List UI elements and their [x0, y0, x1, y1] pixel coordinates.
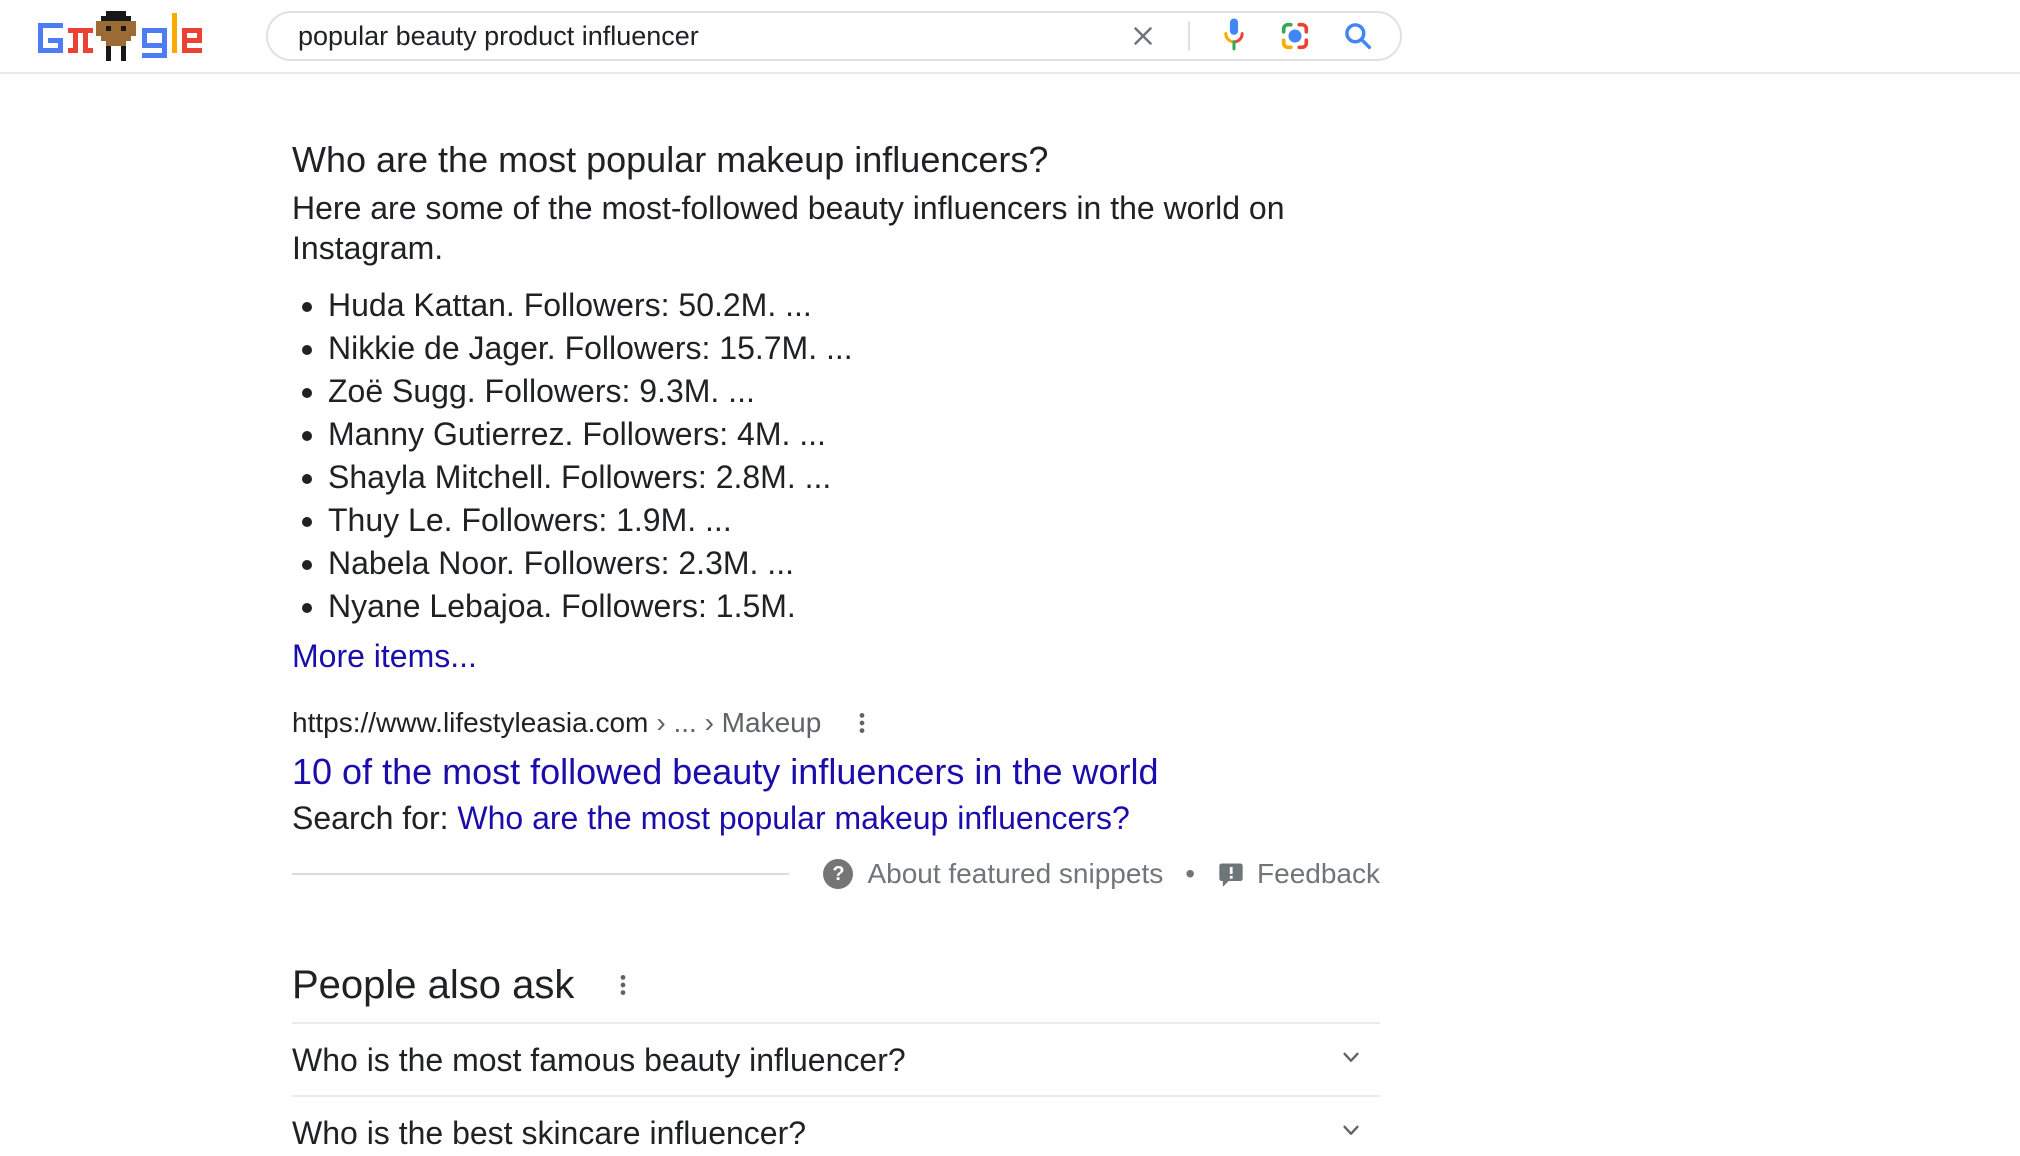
people-also-ask-section: People also ask Who is the most famous b… [292, 960, 1380, 1156]
list-item: Shayla Mitchell. Followers: 2.8M. ... [328, 456, 1380, 499]
search-for-label: Search for: [292, 800, 449, 836]
snippet-description: Here are some of the most-followed beaut… [292, 190, 1285, 266]
list-item: Huda Kattan. Followers: 50.2M. ... [328, 284, 1380, 327]
breadcrumb: › ... › Makeup [656, 707, 822, 738]
snippet-heading: Who are the most popular makeup influenc… [292, 139, 1049, 180]
search-bar[interactable] [266, 11, 1402, 61]
list-item: Nabela Noor. Followers: 2.3M. ... [328, 542, 1380, 585]
featured-snippet: Who are the most popular makeup influenc… [292, 138, 1380, 894]
microphone-icon[interactable] [1220, 16, 1248, 56]
snippet-footer: ? About featured snippets • Feedback [292, 854, 1380, 894]
searchbar-divider [1188, 21, 1190, 51]
question-text: Who is the best skincare influencer? [292, 1114, 807, 1151]
list-item: Nyane Lebajoa. Followers: 1.5M. [328, 585, 1380, 628]
more-options-icon[interactable] [849, 710, 875, 736]
question-text: Who is the most famous beauty influencer… [292, 1041, 906, 1078]
question-list: Who is the most famous beauty influencer… [292, 1022, 1380, 1156]
search-for-row: Search for: Who are the most popular mak… [292, 798, 1380, 838]
list-item: Thuy Le. Followers: 1.9M. ... [328, 499, 1380, 542]
people-also-ask-heading: People also ask [292, 963, 575, 1007]
feedback-icon[interactable] [1217, 860, 1245, 888]
question-row[interactable]: Who is the best skincare influencer? [292, 1095, 1380, 1156]
help-icon[interactable]: ? [823, 859, 854, 889]
chevron-down-icon[interactable] [1336, 1115, 1366, 1150]
search-icon[interactable] [1342, 20, 1374, 52]
result-url[interactable]: https://www.lifestyleasia.com [292, 706, 648, 740]
chevron-down-icon[interactable] [1336, 1042, 1366, 1077]
more-options-icon[interactable] [610, 972, 636, 998]
result-url-row: https://www.lifestyleasia.com › ... › Ma… [292, 706, 1380, 740]
google-doodle-logo[interactable] [38, 11, 202, 63]
question-row[interactable]: Who is the most famous beauty influencer… [292, 1022, 1380, 1095]
clear-icon[interactable] [1128, 21, 1158, 51]
more-items-link[interactable]: More items... [292, 636, 477, 676]
search-for-link[interactable]: Who are the most popular makeup influenc… [457, 800, 1129, 836]
search-header [0, 0, 2020, 74]
snippet-list: Huda Kattan. Followers: 50.2M. ... Nikki… [292, 284, 1380, 628]
list-item: Zoë Sugg. Followers: 9.3M. ... [328, 370, 1380, 413]
results-column: Who are the most popular makeup influenc… [292, 138, 1380, 1156]
about-featured-snippets-link[interactable]: About featured snippets [867, 858, 1163, 890]
list-item: Manny Gutierrez. Followers: 4M. ... [328, 413, 1380, 456]
result-title-link[interactable]: 10 of the most followed beauty influence… [292, 752, 1159, 792]
list-item: Nikkie de Jager. Followers: 15.7M. ... [328, 327, 1380, 370]
search-input[interactable] [298, 20, 1128, 52]
separator-dot: • [1185, 858, 1196, 889]
feedback-link[interactable]: Feedback [1257, 858, 1380, 890]
snippet-divider [292, 873, 790, 875]
camera-lens-icon[interactable] [1278, 19, 1312, 53]
